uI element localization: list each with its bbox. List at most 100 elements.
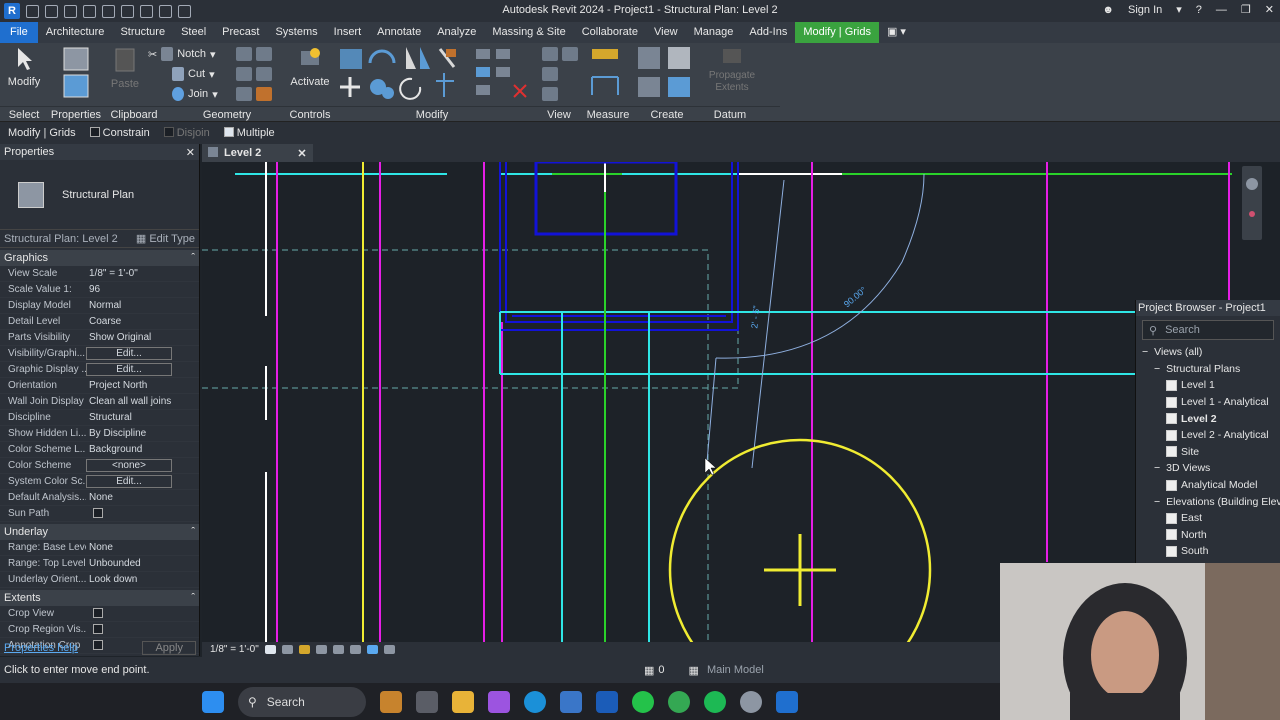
tab-modify-grids[interactable]: Modify | Grids <box>795 22 879 43</box>
notch-button[interactable]: ✂ Notch ▾ <box>148 47 216 61</box>
text-icon[interactable] <box>178 4 191 18</box>
close-icon[interactable]: ✕ <box>297 147 306 160</box>
property-edit-button[interactable]: Edit... <box>86 475 172 488</box>
geometry-tool-icon[interactable] <box>256 47 272 61</box>
restore-icon[interactable]: ❐ <box>1241 3 1251 16</box>
tab-systems[interactable]: Systems <box>267 22 325 43</box>
activate-button[interactable]: Activate <box>288 45 332 88</box>
workset-icon[interactable]: ▦ <box>644 664 654 677</box>
edit-type-button[interactable]: ▦ Edit Type <box>136 232 195 245</box>
propagate-extents-button[interactable]: Propagate Extents <box>706 45 758 94</box>
close-icon[interactable]: ✕ <box>186 146 195 159</box>
paste-button[interactable]: Paste <box>108 45 142 90</box>
tab-add-ins[interactable]: Add-Ins <box>741 22 795 43</box>
constrain-checkbox[interactable]: Constrain <box>89 127 150 139</box>
geometry-tool-icon[interactable] <box>256 67 272 81</box>
section-graphics[interactable]: Graphics ˆ <box>0 250 199 266</box>
measure-icon[interactable] <box>159 4 172 18</box>
cut-button[interactable]: Cut ▾ <box>172 67 215 81</box>
tab-steel[interactable]: Steel <box>173 22 214 43</box>
design-options-icon[interactable]: ▦ <box>689 664 699 677</box>
browser-node-south[interactable]: South <box>1136 543 1280 560</box>
browser-node-site[interactable]: Site <box>1136 444 1280 461</box>
collapse-toggle-icon[interactable]: − <box>1154 496 1160 508</box>
save-icon[interactable] <box>64 4 77 18</box>
instance-dropdown[interactable]: Structural Plan: Level 2 <box>4 233 118 245</box>
view-tab-level-2[interactable]: Level 2 ✕ <box>202 144 313 162</box>
measure-icon[interactable] <box>586 43 626 103</box>
tab-file[interactable]: File <box>0 22 38 43</box>
hide-crop-icon[interactable] <box>349 645 361 654</box>
sign-in-link[interactable]: Sign In <box>1128 4 1162 16</box>
revit-taskbar-icon[interactable] <box>776 690 798 713</box>
disjoin-checkbox[interactable]: Disjoin <box>163 127 210 139</box>
start-icon[interactable] <box>202 690 224 713</box>
taskbar-search[interactable]: ⚲ Search <box>238 686 366 717</box>
tab-collaborate[interactable]: Collaborate <box>574 22 646 43</box>
property-checkbox[interactable] <box>93 607 103 618</box>
section-extents[interactable]: Extents ˆ <box>0 590 199 606</box>
browser-node-analytical-model[interactable]: Analytical Model <box>1136 477 1280 494</box>
tab-insert[interactable]: Insert <box>326 22 370 43</box>
reveal-hidden-icon[interactable] <box>383 645 395 654</box>
collapse-toggle-icon[interactable]: − <box>1154 462 1160 474</box>
tab-massing-site[interactable]: Massing & Site <box>484 22 573 43</box>
chrome-icon[interactable] <box>668 690 690 713</box>
create-icons[interactable] <box>634 43 700 103</box>
geometry-tool-icon[interactable] <box>236 87 252 101</box>
collapse-toggle-icon[interactable]: − <box>1154 363 1160 375</box>
store-icon[interactable] <box>560 690 582 713</box>
tab-precast[interactable]: Precast <box>214 22 267 43</box>
temporary-hide-icon[interactable] <box>366 645 378 654</box>
tab-architecture[interactable]: Architecture <box>38 22 113 43</box>
file-explorer-icon[interactable] <box>452 690 474 713</box>
close-icon[interactable]: ✕ <box>1265 3 1274 16</box>
visual-style-icon[interactable] <box>281 645 293 654</box>
redo-icon[interactable] <box>121 4 134 18</box>
whatsapp-icon[interactable] <box>632 690 654 713</box>
multiple-checkbox[interactable]: Multiple <box>223 127 275 139</box>
browser-node-3d-views[interactable]: −3D Views <box>1136 460 1280 477</box>
sun-path-icon[interactable] <box>298 645 310 654</box>
section-underlay[interactable]: Underlay ˆ <box>0 524 199 540</box>
print-icon[interactable] <box>140 4 153 18</box>
browser-node-structural-plans[interactable]: − Structural Plans <box>1136 361 1280 378</box>
view-tool-icon[interactable] <box>562 47 578 61</box>
cart-icon[interactable]: ▾ <box>1176 3 1182 16</box>
widgets-icon[interactable] <box>380 690 402 713</box>
browser-node-level-1[interactable]: Level 1 <box>1136 377 1280 394</box>
browser-node-views-all[interactable]: − Views (all) <box>1136 344 1280 361</box>
home-icon[interactable] <box>26 4 39 18</box>
main-model-dropdown[interactable]: Main Model <box>707 664 764 676</box>
spotify-icon[interactable] <box>704 690 726 713</box>
geometry-tool-icon[interactable] <box>236 47 252 61</box>
detail-level-icon[interactable] <box>264 645 276 654</box>
collapse-icon[interactable]: ˆ <box>191 592 195 604</box>
browser-node-north[interactable]: North <box>1136 527 1280 544</box>
collapse-toggle-icon[interactable]: − <box>1142 346 1148 358</box>
ribbon-group-select[interactable]: Select <box>0 109 48 121</box>
browser-search-field[interactable]: ⚲ Search <box>1142 320 1274 340</box>
settings-icon[interactable] <box>740 690 762 713</box>
browser-node-level-1-analytical[interactable]: Level 1 - Analytical <box>1136 394 1280 411</box>
paint-icon[interactable] <box>256 87 272 101</box>
browser-node-elevations-building-elevation[interactable]: −Elevations (Building Elevation) <box>1136 493 1280 510</box>
help-icon[interactable]: ? <box>1196 4 1202 16</box>
properties-help-link[interactable]: Properties help <box>4 642 78 654</box>
shadows-icon[interactable] <box>315 645 327 654</box>
revit-logo-icon[interactable]: R <box>4 3 20 19</box>
property-edit-button[interactable]: Edit... <box>86 347 172 360</box>
undo-icon[interactable] <box>102 4 115 18</box>
properties-button[interactable] <box>60 45 92 102</box>
property-checkbox[interactable] <box>93 507 103 518</box>
geometry-tool-icon[interactable] <box>236 67 252 81</box>
copilot-icon[interactable] <box>488 690 510 713</box>
view-tool-icon[interactable] <box>542 87 558 101</box>
edge-icon[interactable] <box>524 690 546 713</box>
browser-node-east[interactable]: East <box>1136 510 1280 527</box>
property-edit-button[interactable]: Edit... <box>86 363 172 376</box>
tab-analyze[interactable]: Analyze <box>429 22 484 43</box>
open-icon[interactable] <box>45 4 58 18</box>
crop-view-icon[interactable] <box>332 645 344 654</box>
user-icon[interactable]: ☻ <box>1102 4 1114 16</box>
